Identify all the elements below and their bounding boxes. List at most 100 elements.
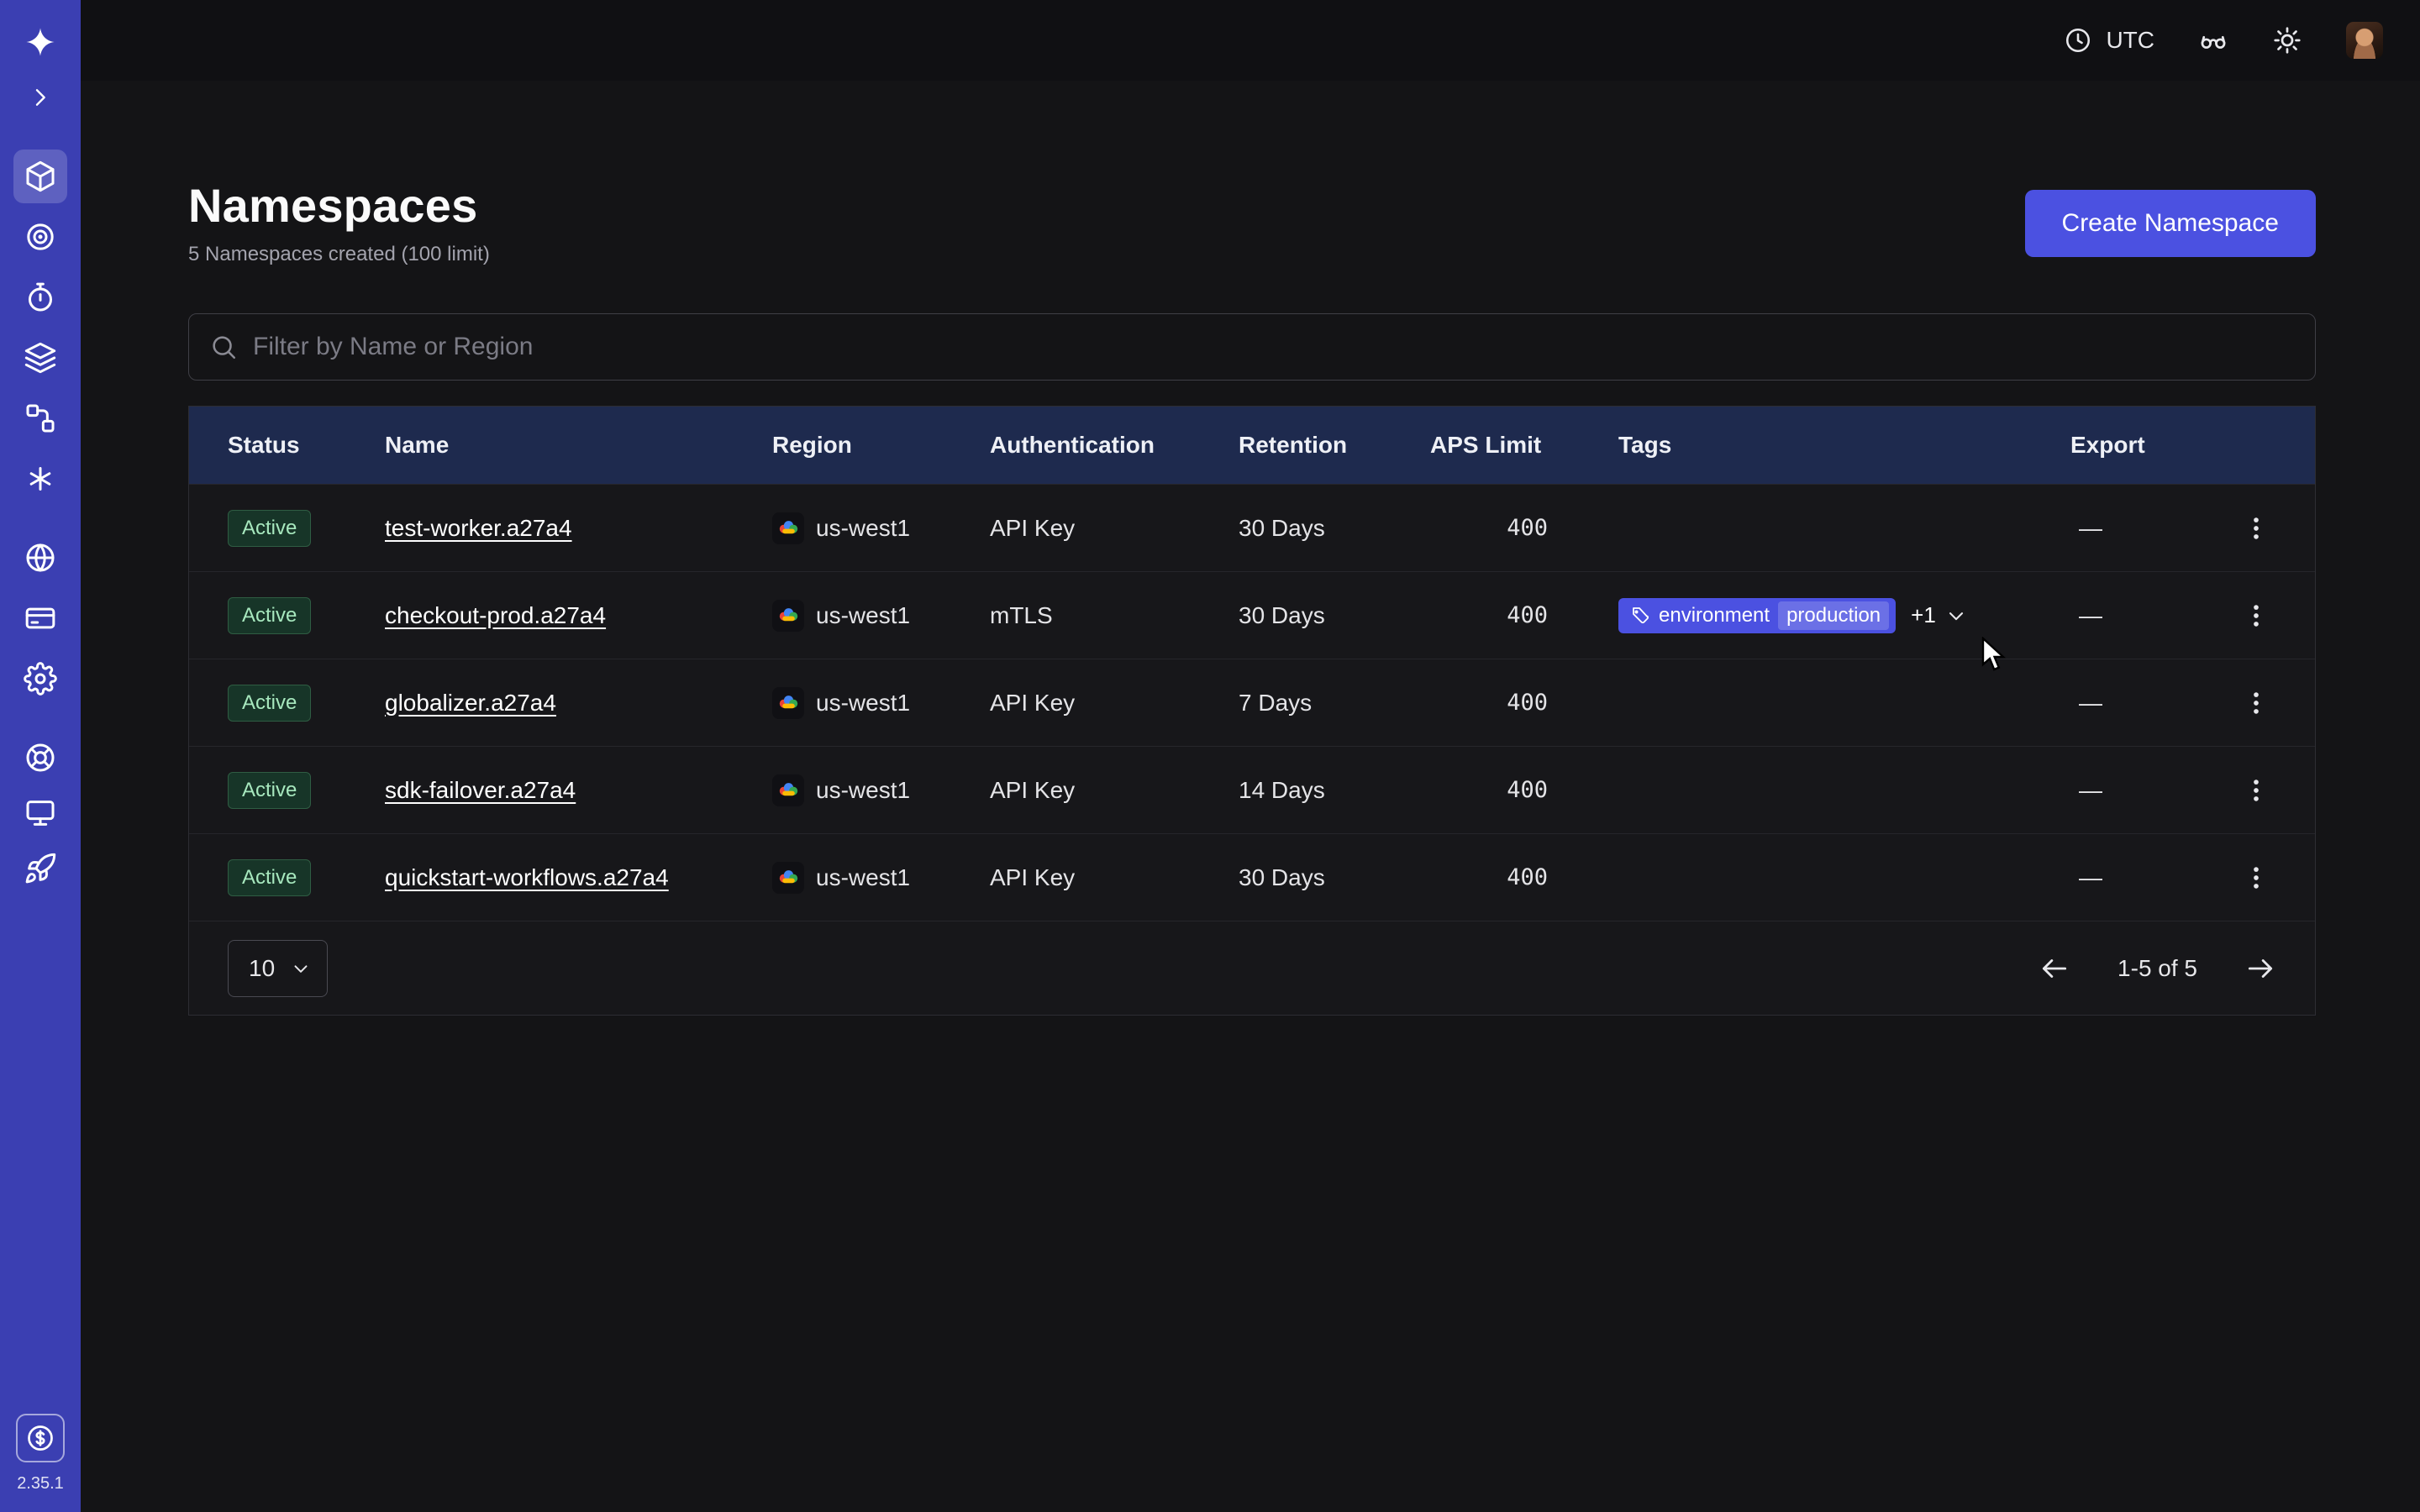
namespace-link[interactable]: sdk-failover.a27a4 (385, 777, 576, 804)
sidebar-item-schedules[interactable] (13, 270, 67, 324)
table-row: Active checkout-prod.a27a4 us-west1 mTLS… (189, 571, 2315, 659)
sidebar-item-support[interactable] (13, 731, 67, 785)
status-badge: Active (228, 772, 311, 809)
page-size-select[interactable]: 10 (228, 940, 328, 997)
region-label: us-west1 (816, 602, 910, 629)
row-actions-button[interactable] (2236, 858, 2276, 898)
region-label: us-west1 (816, 690, 910, 717)
glasses-icon[interactable] (2198, 25, 2228, 55)
table-row: Active globalizer.a27a4 us-west1 API Key… (189, 659, 2315, 746)
sidebar-item-namespaces[interactable] (13, 150, 67, 203)
retention-cell: 30 Days (1239, 864, 1430, 891)
sidebar: 2.35.1 (0, 0, 81, 1512)
topbar: UTC (81, 0, 2420, 81)
region-cell: us-west1 (772, 687, 990, 719)
namespaces-table: Status Name Region Authentication Retent… (188, 406, 2316, 1016)
auth-cell: mTLS (990, 602, 1239, 629)
aps-limit-cell: 400 (1430, 777, 1618, 803)
export-value: — (2079, 602, 2102, 629)
column-header-tags: Tags (1618, 432, 2070, 459)
page-size-value: 10 (249, 955, 275, 982)
sidebar-item-monitors[interactable] (13, 210, 67, 264)
table-footer: 10 1-5 of 5 (189, 921, 2315, 1015)
app-version: 2.35.1 (17, 1474, 64, 1494)
row-actions-button[interactable] (2236, 683, 2276, 723)
aps-limit-cell: 400 (1430, 864, 1618, 890)
tag-chip[interactable]: environment production (1618, 598, 1896, 633)
export-cell: — (2070, 508, 2276, 549)
table-row: Active quickstart-workflows.a27a4 us-wes… (189, 833, 2315, 921)
retention-cell: 7 Days (1239, 690, 1430, 717)
previous-page-button[interactable] (2039, 953, 2070, 984)
tags-cell: environment production +1 (1618, 598, 2070, 633)
sidebar-item-regions[interactable] (13, 531, 67, 585)
namespace-link[interactable]: checkout-prod.a27a4 (385, 602, 606, 629)
gcp-icon (772, 687, 804, 719)
namespace-link[interactable]: globalizer.a27a4 (385, 690, 556, 717)
tag-key: environment (1659, 604, 1770, 627)
expand-chevron-icon[interactable] (13, 71, 67, 124)
export-cell: — (2070, 683, 2276, 723)
column-header-retention: Retention (1239, 432, 1430, 459)
tag-value: production (1778, 601, 1889, 630)
clock-icon (2064, 26, 2092, 55)
sidebar-item-billing[interactable] (13, 591, 67, 645)
tag-icon (1630, 606, 1650, 626)
retention-cell: 30 Days (1239, 602, 1430, 629)
retention-cell: 30 Days (1239, 515, 1430, 542)
export-cell: — (2070, 596, 2276, 636)
column-header-name: Name (385, 432, 772, 459)
arrow-left-icon (2039, 953, 2070, 984)
export-cell: — (2070, 770, 2276, 811)
search-icon (209, 333, 238, 361)
filter-bar (188, 313, 2316, 381)
page-title: Namespaces (188, 178, 490, 233)
namespace-link[interactable]: test-worker.a27a4 (385, 515, 572, 542)
gcp-icon (772, 862, 804, 894)
region-label: us-west1 (816, 777, 910, 804)
user-avatar[interactable] (2346, 22, 2383, 59)
chevron-down-icon (290, 958, 312, 979)
create-namespace-button[interactable]: Create Namespace (2025, 190, 2316, 257)
sidebar-item-settings[interactable] (13, 652, 67, 706)
row-actions-button[interactable] (2236, 596, 2276, 636)
status-badge: Active (228, 597, 311, 634)
page-subtitle: 5 Namespaces created (100 limit) (188, 243, 490, 266)
sidebar-item-nexus[interactable] (13, 452, 67, 506)
gcp-icon (772, 774, 804, 806)
region-cell: us-west1 (772, 512, 990, 544)
usage-icon[interactable] (16, 1414, 65, 1462)
sidebar-item-workflows[interactable] (13, 391, 67, 445)
aps-limit-cell: 400 (1430, 690, 1618, 716)
retention-cell: 14 Days (1239, 777, 1430, 804)
timezone-selector[interactable]: UTC (2064, 26, 2154, 55)
aps-limit-cell: 400 (1430, 515, 1618, 541)
column-header-status: Status (228, 432, 385, 459)
row-actions-button[interactable] (2236, 508, 2276, 549)
table-row: Active test-worker.a27a4 us-west1 API Ke… (189, 484, 2315, 571)
region-label: us-west1 (816, 515, 910, 542)
column-header-region: Region (772, 432, 990, 459)
filter-input[interactable] (253, 333, 2295, 361)
region-label: us-west1 (816, 864, 910, 891)
auth-cell: API Key (990, 515, 1239, 542)
column-header-export: Export (2070, 432, 2276, 459)
region-cell: us-west1 (772, 774, 990, 806)
theme-toggle-sun-icon[interactable] (2272, 25, 2302, 55)
tags-expand-chevron-icon[interactable] (1944, 604, 1968, 627)
next-page-button[interactable] (2244, 953, 2276, 984)
row-actions-button[interactable] (2236, 770, 2276, 811)
sidebar-item-quickstart[interactable] (13, 842, 67, 895)
sidebar-item-resources[interactable] (13, 786, 67, 840)
timezone-label: UTC (2106, 27, 2154, 54)
export-value: — (2079, 777, 2102, 804)
region-cell: us-west1 (772, 600, 990, 632)
namespace-link[interactable]: quickstart-workflows.a27a4 (385, 864, 669, 891)
sidebar-item-deployments[interactable] (13, 331, 67, 385)
region-cell: us-west1 (772, 862, 990, 894)
temporal-logo[interactable] (13, 15, 67, 69)
table-row: Active sdk-failover.a27a4 us-west1 API K… (189, 746, 2315, 833)
aps-limit-cell: 400 (1430, 602, 1618, 628)
auth-cell: API Key (990, 690, 1239, 717)
more-tags-count[interactable]: +1 (1911, 602, 1936, 628)
